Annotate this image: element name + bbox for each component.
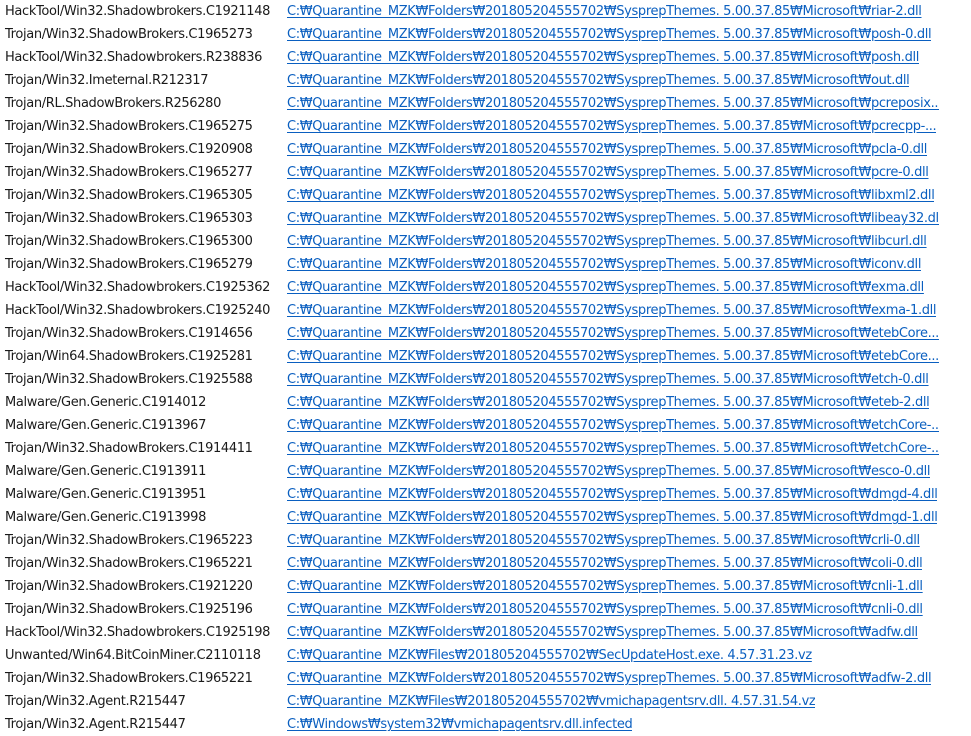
threat-name: Trojan/Win32.ShadowBrokers.C1965223 — [5, 533, 253, 548]
file-path-link[interactable]: C:₩Quarantine_MZK₩Folders₩20180520455570… — [287, 119, 936, 134]
table-row: Trojan/Win32.ShadowBrokers.C1965300 C:₩Qu… — [0, 230, 971, 253]
table-row: Trojan/Win32.ShadowBrokers.C1965221 C:₩Qu… — [0, 667, 971, 690]
threat-name: Trojan/Win32.ShadowBrokers.C1920908 — [5, 142, 253, 157]
table-row: Trojan/Win32.ShadowBrokers.C1965279 C:₩Qu… — [0, 253, 971, 276]
table-row: Trojan/Win32.ShadowBrokers.C1925196 C:₩Qu… — [0, 598, 971, 621]
threat-name: Trojan/Win32.ShadowBrokers.C1965273 — [5, 27, 253, 42]
table-row: HackTool/Win32.Shadowbrokers.C1925198 C:₩… — [0, 621, 971, 644]
file-path-link[interactable]: C:₩Quarantine_MZK₩Folders₩20180520455570… — [287, 165, 929, 180]
threat-name: Trojan/Win32.ShadowBrokers.C1925588 — [5, 372, 253, 387]
threat-name: Trojan/Win64.ShadowBrokers.C1925281 — [5, 349, 253, 364]
file-path-link[interactable]: C:₩Quarantine_MZK₩Folders₩20180520455570… — [287, 142, 927, 157]
threat-name: Trojan/Win32.Agent.R215447 — [5, 694, 186, 709]
table-row: Malware/Gen.Generic.C1913967 C:₩Quarantin… — [0, 414, 971, 437]
file-path-link[interactable]: C:₩Quarantine_MZK₩Folders₩20180520455570… — [287, 533, 920, 548]
threat-name: Malware/Gen.Generic.C1913951 — [5, 487, 206, 502]
table-row: Trojan/Win32.Imeternal.R212317 C:₩Quarant… — [0, 69, 971, 92]
file-path-link[interactable]: C:₩Quarantine_MZK₩Folders₩20180520455570… — [287, 349, 939, 364]
threat-name: Malware/Gen.Generic.C1914012 — [5, 395, 206, 410]
file-path-link[interactable]: C:₩Quarantine_MZK₩Folders₩20180520455570… — [287, 234, 927, 249]
threat-name: Malware/Gen.Generic.C1913911 — [5, 464, 206, 479]
threat-name: Trojan/Win32.ShadowBrokers.C1925196 — [5, 602, 253, 617]
threat-name: HackTool/Win32.Shadowbrokers.C1925240 — [5, 303, 271, 318]
threat-name: Trojan/Win32.ShadowBrokers.C1914411 — [5, 441, 253, 456]
table-row: HackTool/Win32.Shadowbrokers.C1925362 C:₩… — [0, 276, 971, 299]
table-row: Trojan/Win32.Agent.R215447 C:₩Quarantine_… — [0, 690, 971, 713]
table-row: Trojan/Win32.ShadowBrokers.C1965223 C:₩Qu… — [0, 529, 971, 552]
file-path-link[interactable]: C:₩Quarantine_MZK₩Folders₩20180520455570… — [287, 487, 937, 502]
table-row: Malware/Gen.Generic.C1913911 C:₩Quarantin… — [0, 460, 971, 483]
table-row: Trojan/Win32.ShadowBrokers.C1965275 C:₩Qu… — [0, 115, 971, 138]
file-path-link[interactable]: C:₩Quarantine_MZK₩Folders₩20180520455570… — [287, 4, 922, 19]
file-path-link[interactable]: C:₩Quarantine_MZK₩Folders₩20180520455570… — [287, 188, 934, 203]
table-row: Trojan/Win32.ShadowBrokers.C1920908 C:₩Qu… — [0, 138, 971, 161]
table-row: HackTool/Win32.Shadowbrokers.C1925240 C:₩… — [0, 299, 971, 322]
table-row: Trojan/Win32.ShadowBrokers.C1914656 C:₩Qu… — [0, 322, 971, 345]
table-row: Trojan/Win32.ShadowBrokers.C1965303 C:₩Qu… — [0, 207, 971, 230]
detection-results-list: HackTool/Win32.Shadowbrokers.C1921148 C:₩… — [0, 0, 971, 736]
threat-name: Trojan/Win32.ShadowBrokers.C1965221 — [5, 556, 253, 571]
table-row: Trojan/Win32.ShadowBrokers.C1925588 C:₩Qu… — [0, 368, 971, 391]
threat-name: Trojan/Win32.ShadowBrokers.C1965300 — [5, 234, 253, 249]
table-row: Malware/Gen.Generic.C1913998 C:₩Quarantin… — [0, 506, 971, 529]
file-path-link[interactable]: C:₩Quarantine_MZK₩Folders₩20180520455570… — [287, 671, 931, 686]
table-row: Trojan/RL.ShadowBrokers.R256280 C:₩Quaran… — [0, 92, 971, 115]
threat-name: Trojan/Win32.ShadowBrokers.C1965279 — [5, 257, 253, 272]
file-path-link[interactable]: C:₩Quarantine_MZK₩Folders₩20180520455570… — [287, 73, 909, 88]
file-path-link[interactable]: C:₩Quarantine_MZK₩Files₩201805204555702₩… — [287, 648, 812, 663]
file-path-link[interactable]: C:₩Quarantine_MZK₩Files₩201805204555702₩… — [287, 694, 815, 709]
file-path-link[interactable]: C:₩Quarantine_MZK₩Folders₩20180520455570… — [287, 441, 939, 456]
file-path-link[interactable]: C:₩Quarantine_MZK₩Folders₩20180520455570… — [287, 280, 924, 295]
file-path-link[interactable]: C:₩Quarantine_MZK₩Folders₩20180520455570… — [287, 372, 929, 387]
file-path-link[interactable]: C:₩Quarantine_MZK₩Folders₩20180520455570… — [287, 510, 937, 525]
table-row: Malware/Gen.Generic.C1913951 C:₩Quarantin… — [0, 483, 971, 506]
threat-name: Trojan/Win32.ShadowBrokers.C1965221 — [5, 671, 253, 686]
table-row: Trojan/Win32.ShadowBrokers.C1965221 C:₩Qu… — [0, 552, 971, 575]
threat-name: HackTool/Win32.Shadowbrokers.C1925198 — [5, 625, 271, 640]
table-row: HackTool/Win32.Shadowbrokers.C1921148 C:₩… — [0, 0, 971, 23]
threat-name: Unwanted/Win64.BitCoinMiner.C2110118 — [5, 648, 261, 663]
table-row: Trojan/Win32.ShadowBrokers.C1965277 C:₩Qu… — [0, 161, 971, 184]
threat-name: HackTool/Win32.Shadowbrokers.C1921148 — [5, 4, 271, 19]
file-path-link[interactable]: C:₩Quarantine_MZK₩Folders₩20180520455570… — [287, 96, 939, 111]
file-path-link[interactable]: C:₩Quarantine_MZK₩Folders₩20180520455570… — [287, 303, 936, 318]
file-path-link[interactable]: C:₩Quarantine_MZK₩Folders₩20180520455570… — [287, 50, 919, 65]
threat-name: Trojan/Win32.ShadowBrokers.C1965305 — [5, 188, 253, 203]
threat-name: Malware/Gen.Generic.C1913967 — [5, 418, 206, 433]
table-row: Trojan/Win32.ShadowBrokers.C1965305 C:₩Qu… — [0, 184, 971, 207]
file-path-link[interactable]: C:₩Quarantine_MZK₩Folders₩20180520455570… — [287, 257, 921, 272]
file-path-link[interactable]: C:₩Quarantine_MZK₩Folders₩20180520455570… — [287, 27, 931, 42]
threat-name: Malware/Gen.Generic.C1913998 — [5, 510, 206, 525]
file-path-link[interactable]: C:₩Quarantine_MZK₩Folders₩20180520455570… — [287, 418, 939, 433]
file-path-link[interactable]: C:₩Quarantine_MZK₩Folders₩20180520455570… — [287, 211, 939, 226]
threat-name: Trojan/Win32.Agent.R215447 — [5, 717, 186, 732]
file-path-link[interactable]: C:₩Quarantine_MZK₩Folders₩20180520455570… — [287, 625, 918, 640]
file-path-link[interactable]: C:₩Quarantine_MZK₩Folders₩20180520455570… — [287, 395, 929, 410]
table-row: Trojan/Win32.ShadowBrokers.C1965273 C:₩Qu… — [0, 23, 971, 46]
threat-name: Trojan/Win32.ShadowBrokers.C1921220 — [5, 579, 253, 594]
threat-name: Trojan/Win32.ShadowBrokers.C1965303 — [5, 211, 253, 226]
file-path-link[interactable]: C:₩Windows₩system32₩vmichapagentsrv.dll.… — [287, 717, 632, 732]
table-row: Trojan/Win32.ShadowBrokers.C1921220 C:₩Qu… — [0, 575, 971, 598]
threat-name: Trojan/Win32.Imeternal.R212317 — [5, 73, 209, 88]
threat-name: HackTool/Win32.Shadowbrokers.C1925362 — [5, 280, 271, 295]
threat-name: Trojan/Win32.ShadowBrokers.C1965277 — [5, 165, 253, 180]
table-row: Malware/Gen.Generic.C1914012 C:₩Quarantin… — [0, 391, 971, 414]
table-row: HackTool/Win32.Shadowbrokers.R238836 C:₩Q… — [0, 46, 971, 69]
threat-name: Trojan/RL.ShadowBrokers.R256280 — [5, 96, 221, 111]
threat-name: HackTool/Win32.Shadowbrokers.R238836 — [5, 50, 263, 65]
threat-name: Trojan/Win32.ShadowBrokers.C1965275 — [5, 119, 253, 134]
threat-name: Trojan/Win32.ShadowBrokers.C1914656 — [5, 326, 253, 341]
file-path-link[interactable]: C:₩Quarantine_MZK₩Folders₩20180520455570… — [287, 556, 922, 571]
table-row: Trojan/Win64.ShadowBrokers.C1925281 C:₩Qu… — [0, 345, 971, 368]
file-path-link[interactable]: C:₩Quarantine_MZK₩Folders₩20180520455570… — [287, 579, 923, 594]
file-path-link[interactable]: C:₩Quarantine_MZK₩Folders₩20180520455570… — [287, 464, 930, 479]
file-path-link[interactable]: C:₩Quarantine_MZK₩Folders₩20180520455570… — [287, 326, 939, 341]
table-row: Unwanted/Win64.BitCoinMiner.C2110118 C:₩Q… — [0, 644, 971, 667]
file-path-link[interactable]: C:₩Quarantine_MZK₩Folders₩20180520455570… — [287, 602, 923, 617]
table-row: Trojan/Win32.ShadowBrokers.C1914411 C:₩Qu… — [0, 437, 971, 460]
